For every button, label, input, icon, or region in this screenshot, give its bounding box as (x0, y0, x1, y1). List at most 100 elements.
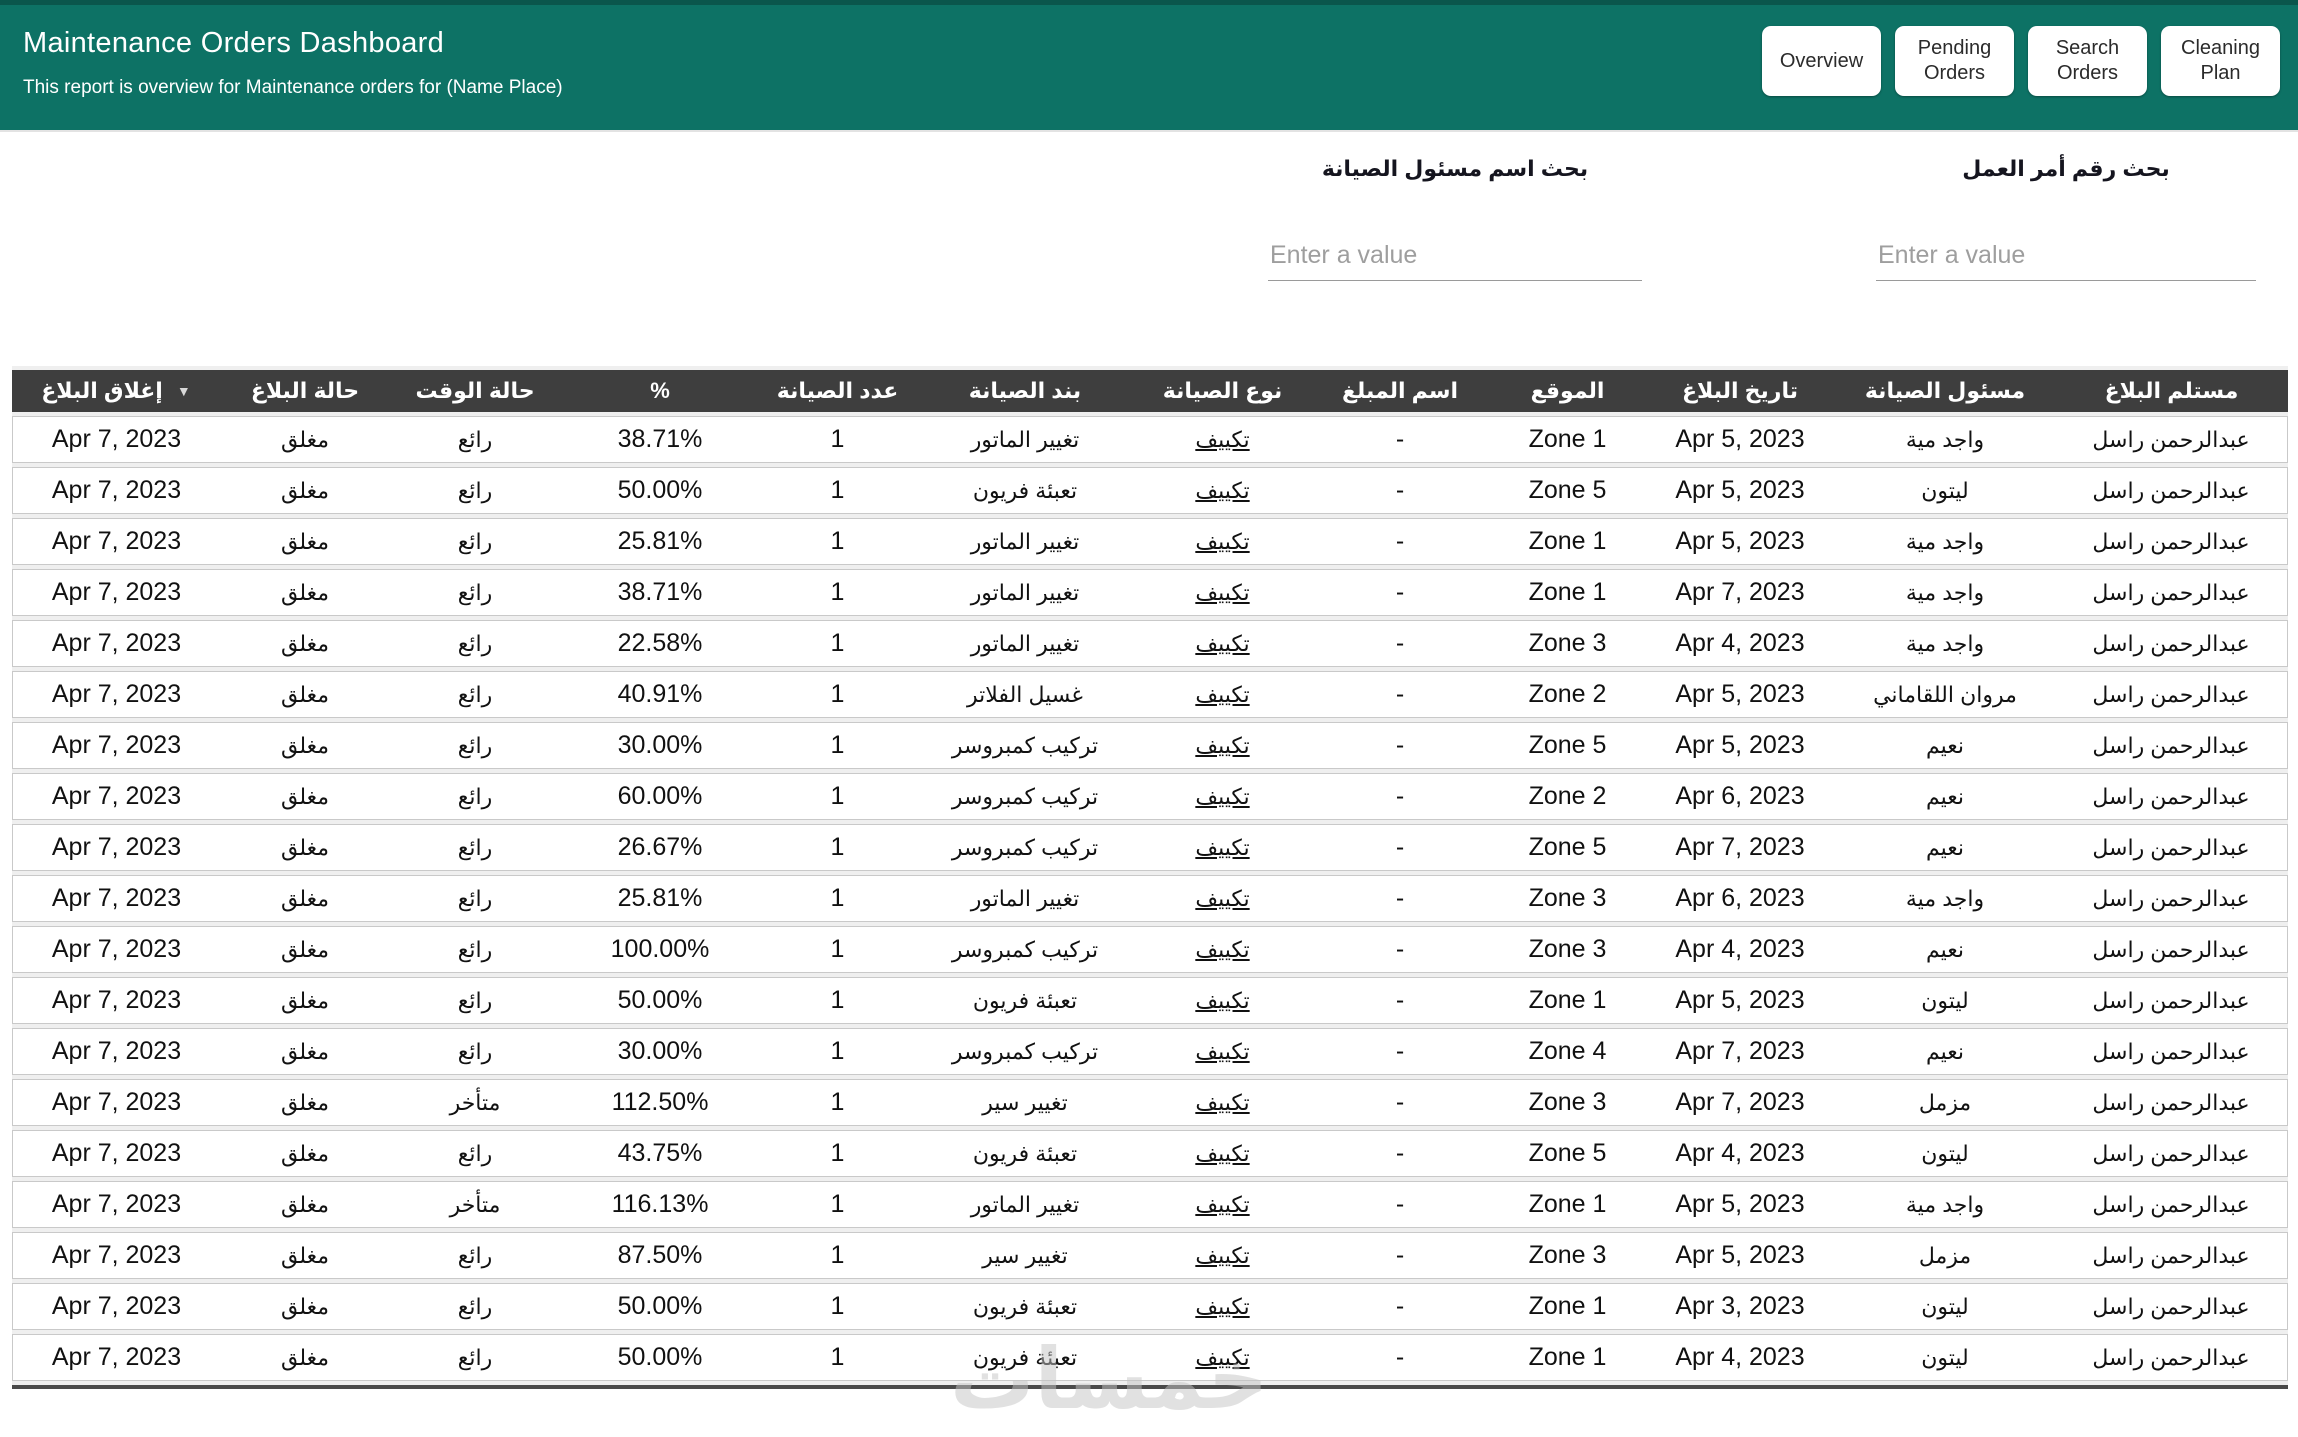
maintenance-count-cell: 1 (760, 1334, 915, 1381)
maintenance-type-link[interactable]: تكييف (1195, 580, 1249, 605)
maintenance-item-cell: تغيير الماتور (915, 875, 1135, 922)
overview-button[interactable]: Overview (1762, 26, 1881, 96)
report-date-cell: Apr 5, 2023 (1645, 416, 1835, 463)
sort-descending-icon[interactable]: ▼ (177, 383, 191, 399)
report-status-cell: مغلق (220, 467, 390, 514)
maintenance-type-link[interactable]: تكييف (1195, 1345, 1249, 1370)
col-header-maintenance-type[interactable]: نوع الصيانة (1135, 370, 1310, 412)
maintenance-count-cell: 1 (760, 773, 915, 820)
supervisor-cell: ليتون (1835, 1130, 2055, 1177)
percent-cell: 38.71% (560, 416, 760, 463)
maintenance-type-cell[interactable]: تكييف (1135, 1181, 1310, 1228)
maintenance-item-cell: تركيب كمبروسر (915, 773, 1135, 820)
maintenance-type-link[interactable]: تكييف (1195, 988, 1249, 1013)
table-row: Apr 7, 2023 مغلق رائع 38.71% 1 تغيير الماتور ت… (12, 569, 2288, 616)
amount-name-cell: - (1310, 1130, 1490, 1177)
maintenance-count-cell: 1 (760, 1181, 915, 1228)
maintenance-type-cell[interactable]: تكييف (1135, 1028, 1310, 1075)
percent-cell: 25.81% (560, 518, 760, 565)
time-status-cell: رائع (390, 773, 560, 820)
search-orders-button[interactable]: Search Orders (2028, 26, 2147, 96)
time-status-cell: رائع (390, 824, 560, 871)
maintenance-type-cell[interactable]: تكييف (1135, 620, 1310, 667)
maintenance-type-link[interactable]: تكييف (1195, 1039, 1249, 1064)
maintenance-type-cell[interactable]: تكييف (1135, 773, 1310, 820)
col-header-maintenance-count[interactable]: عدد الصيانة (760, 370, 915, 412)
col-header-location[interactable]: الموقع (1490, 370, 1645, 412)
maintenance-type-link[interactable]: تكييف (1195, 784, 1249, 809)
time-status-cell: رائع (390, 416, 560, 463)
maintenance-type-link[interactable]: تكييف (1195, 1294, 1249, 1319)
maintenance-type-link[interactable]: تكييف (1195, 478, 1249, 503)
nav-buttons: Overview Pending Orders Search Orders Cl… (1762, 5, 2288, 130)
maintenance-type-link[interactable]: تكييف (1195, 937, 1249, 962)
col-header-time-status[interactable]: حالة الوقت (390, 370, 560, 412)
maintenance-type-link[interactable]: تكييف (1195, 427, 1249, 452)
maintenance-type-cell[interactable]: تكييف (1135, 569, 1310, 616)
maintenance-type-cell[interactable]: تكييف (1135, 824, 1310, 871)
col-header-report-status[interactable]: حالة البلاغ (220, 370, 390, 412)
maintenance-type-cell[interactable]: تكييف (1135, 518, 1310, 565)
maintenance-type-cell[interactable]: تكييف (1135, 1283, 1310, 1330)
workorder-search-input[interactable] (1876, 237, 2256, 281)
maintenance-type-cell[interactable]: تكييف (1135, 1334, 1310, 1381)
maintenance-type-cell[interactable]: تكييف (1135, 926, 1310, 973)
maintenance-type-cell[interactable]: تكييف (1135, 671, 1310, 718)
maintenance-type-cell[interactable]: تكييف (1135, 467, 1310, 514)
percent-cell: 60.00% (560, 773, 760, 820)
table-row: Apr 7, 2023 مغلق رائع 25.81% 1 تغيير الماتور ت… (12, 875, 2288, 922)
report-status-cell: مغلق (220, 1283, 390, 1330)
col-header-maintenance-item[interactable]: بند الصيانة (915, 370, 1135, 412)
maintenance-type-link[interactable]: تكييف (1195, 835, 1249, 860)
table-row: Apr 7, 2023 مغلق رائع 50.00% 1 تعبئة فريون تكي… (12, 1283, 2288, 1330)
amount-name-cell: - (1310, 416, 1490, 463)
col-header-close-report[interactable]: إغلاق البلاغ ▼ (12, 370, 220, 412)
maintenance-type-link[interactable]: تكييف (1195, 1090, 1249, 1115)
maintenance-type-link[interactable]: تكييف (1195, 682, 1249, 707)
maintenance-type-cell[interactable]: تكييف (1135, 1079, 1310, 1126)
col-header-report-date[interactable]: تاريخ البلاغ (1645, 370, 1835, 412)
maintenance-type-cell[interactable]: تكييف (1135, 416, 1310, 463)
maintenance-type-link[interactable]: تكييف (1195, 1141, 1249, 1166)
percent-cell: 43.75% (560, 1130, 760, 1177)
maintenance-type-cell[interactable]: تكييف (1135, 977, 1310, 1024)
amount-name-cell: - (1310, 620, 1490, 667)
report-status-cell: مغلق (220, 773, 390, 820)
amount-name-cell: - (1310, 1079, 1490, 1126)
maintenance-type-link[interactable]: تكييف (1195, 733, 1249, 758)
table-row: Apr 7, 2023 مغلق رائع 60.00% 1 تركيب كمبروسر ت… (12, 773, 2288, 820)
maintenance-type-link[interactable]: تكييف (1195, 886, 1249, 911)
amount-name-cell: - (1310, 722, 1490, 769)
close-date-cell: Apr 7, 2023 (12, 1028, 220, 1075)
maintenance-type-cell[interactable]: تكييف (1135, 1232, 1310, 1279)
report-date-cell: Apr 5, 2023 (1645, 671, 1835, 718)
col-header-amount-name[interactable]: اسم المبلغ (1310, 370, 1490, 412)
maintenance-item-cell: تغيير سير (915, 1232, 1135, 1279)
cleaning-plan-button[interactable]: Cleaning Plan (2161, 26, 2280, 96)
report-status-cell: مغلق (220, 518, 390, 565)
supervisor-cell: ليتون (1835, 467, 2055, 514)
time-status-cell: رائع (390, 1232, 560, 1279)
time-status-cell: رائع (390, 875, 560, 922)
col-header-receiver[interactable]: مستلم البلاغ (2055, 370, 2288, 412)
maintenance-type-cell[interactable]: تكييف (1135, 722, 1310, 769)
pending-orders-button[interactable]: Pending Orders (1895, 26, 2014, 96)
location-cell: Zone 1 (1490, 518, 1645, 565)
maintenance-type-link[interactable]: تكييف (1195, 631, 1249, 656)
maintenance-count-cell: 1 (760, 977, 915, 1024)
report-status-cell: مغلق (220, 824, 390, 871)
col-header-percent[interactable]: % (560, 370, 760, 412)
maintenance-type-link[interactable]: تكييف (1195, 529, 1249, 554)
receiver-cell: عبدالرحمن راسل (2055, 620, 2288, 667)
receiver-cell: عبدالرحمن راسل (2055, 671, 2288, 718)
maintenance-type-link[interactable]: تكييف (1195, 1192, 1249, 1217)
maintenance-type-cell[interactable]: تكييف (1135, 875, 1310, 922)
supervisor-search-input[interactable] (1268, 237, 1642, 281)
maintenance-type-link[interactable]: تكييف (1195, 1243, 1249, 1268)
supervisor-cell: مروان اللقاماني (1835, 671, 2055, 718)
maintenance-item-cell: تغيير الماتور (915, 416, 1135, 463)
maintenance-item-cell: تركيب كمبروسر (915, 1028, 1135, 1075)
col-header-supervisor[interactable]: مسئول الصيانة (1835, 370, 2055, 412)
maintenance-type-cell[interactable]: تكييف (1135, 1130, 1310, 1177)
report-date-cell: Apr 4, 2023 (1645, 926, 1835, 973)
